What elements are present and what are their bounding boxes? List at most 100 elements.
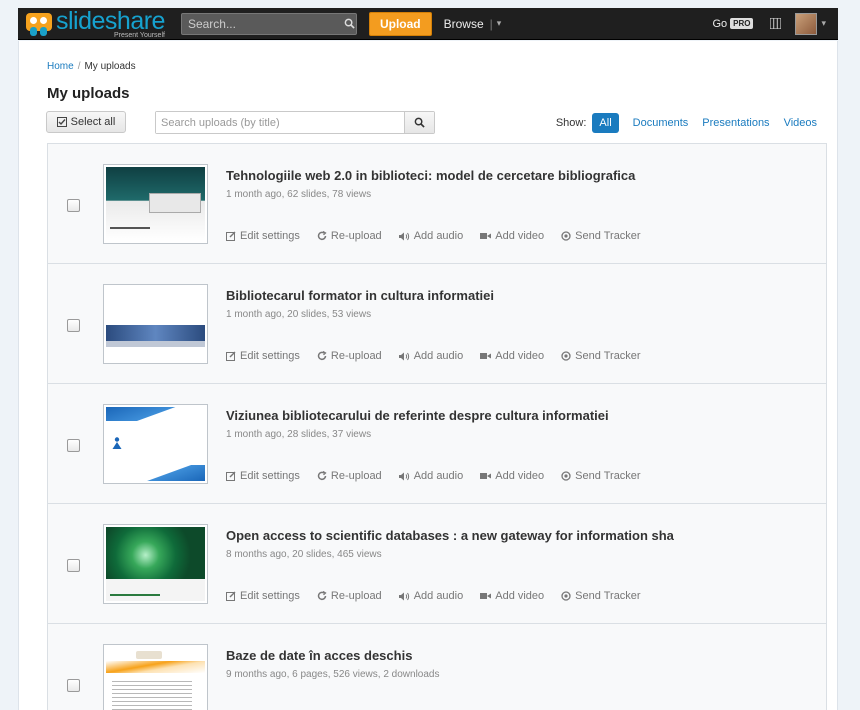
upload-row: Viziunea bibliotecarului de referinte de… <box>48 384 826 504</box>
reupload-label: Re-upload <box>330 350 382 362</box>
global-search-input[interactable] <box>181 13 343 34</box>
upload-meta: 1 month ago, 62 slides, 78 views <box>226 189 372 200</box>
upload-title[interactable]: Open access to scientific databases : a … <box>226 528 674 543</box>
add-audio-link[interactable]: Add audio <box>398 590 464 602</box>
chevron-down-icon[interactable]: ▾ <box>821 18 826 29</box>
edit-settings-link[interactable]: Edit settings <box>226 350 300 362</box>
browse-menu[interactable]: Browse | ▾ <box>444 17 502 31</box>
pencil-icon <box>226 591 236 601</box>
camera-icon <box>480 232 492 240</box>
magnifier-icon <box>414 117 425 128</box>
upload-row: Baze de date în acces deschis 9 months a… <box>48 624 826 710</box>
row-actions: Edit settings Re-upload Add audio Add vi… <box>226 590 658 602</box>
slide-thumbnail[interactable] <box>103 164 208 244</box>
send-tracker-label: Send Tracker <box>575 470 641 482</box>
logo-tagline: Present Yourself <box>113 31 165 39</box>
add-audio-link[interactable]: Add audio <box>398 470 464 482</box>
global-search <box>180 12 357 35</box>
user-avatar[interactable] <box>795 12 818 35</box>
add-audio-label: Add audio <box>413 230 464 242</box>
row-checkbox[interactable] <box>67 199 80 212</box>
main-content: Home/My uploads My uploads Select all Sh… <box>18 41 838 710</box>
breadcrumb-home-link[interactable]: Home <box>47 61 74 72</box>
uploads-search-input[interactable] <box>156 112 404 133</box>
magnifier-icon <box>344 18 355 29</box>
pencil-icon <box>226 471 236 481</box>
camera-icon <box>480 472 492 480</box>
filter-documents[interactable]: Documents <box>633 117 689 129</box>
uploads-search <box>155 111 435 134</box>
edit-settings-link[interactable]: Edit settings <box>226 230 300 242</box>
add-video-label: Add video <box>495 230 545 242</box>
reupload-label: Re-upload <box>330 590 382 602</box>
edit-settings-label: Edit settings <box>240 470 300 482</box>
add-audio-link[interactable]: Add audio <box>398 230 464 242</box>
add-video-link[interactable]: Add video <box>480 470 544 482</box>
add-video-link[interactable]: Add video <box>480 590 544 602</box>
slide-thumbnail[interactable] <box>103 524 208 604</box>
slideshare-logo[interactable]: slideshare Present Yourself <box>26 8 165 40</box>
add-audio-label: Add audio <box>413 590 464 602</box>
slide-thumbnail[interactable] <box>103 284 208 364</box>
uploads-search-button[interactable] <box>404 112 434 133</box>
page-title: My uploads <box>47 85 130 102</box>
slide-thumbnail[interactable] <box>103 404 208 484</box>
upload-title[interactable]: Bibliotecarul formator in cultura inform… <box>226 288 494 303</box>
refresh-icon <box>317 591 327 601</box>
filter-videos[interactable]: Videos <box>784 117 817 129</box>
send-tracker-label: Send Tracker <box>575 230 641 242</box>
breadcrumb-separator: / <box>77 61 81 72</box>
upload-button[interactable]: Upload <box>368 11 432 36</box>
reupload-link[interactable]: Re-upload <box>317 590 382 602</box>
breadcrumb: Home / My uploads <box>47 61 136 72</box>
row-checkbox[interactable] <box>67 679 80 692</box>
add-video-link[interactable]: Add video <box>480 350 544 362</box>
row-checkbox[interactable] <box>67 439 80 452</box>
row-checkbox[interactable] <box>67 319 80 332</box>
target-icon <box>561 231 571 241</box>
add-audio-link[interactable]: Add audio <box>398 350 463 362</box>
slide-thumbnail[interactable] <box>103 644 208 710</box>
reupload-link[interactable]: Re-upload <box>317 350 382 362</box>
send-tracker-link[interactable]: Send Tracker <box>561 350 641 362</box>
breadcrumb-current: My uploads <box>84 61 136 72</box>
reupload-label: Re-upload <box>330 470 382 482</box>
send-tracker-link[interactable]: Send Tracker <box>561 590 641 602</box>
upload-meta: 8 months ago, 20 slides, 465 views <box>226 549 382 560</box>
top-navbar: slideshare Present Yourself Upload Brows… <box>18 8 838 40</box>
upload-title[interactable]: Baze de date în acces deschis <box>226 648 439 663</box>
upload-title[interactable]: Viziunea bibliotecarului de referinte de… <box>226 408 609 423</box>
upload-row: Open access to scientific databases : a … <box>48 504 826 624</box>
add-video-label: Add video <box>495 350 545 362</box>
reupload-link[interactable]: Re-upload <box>317 470 382 482</box>
send-tracker-link[interactable]: Send Tracker <box>561 470 641 482</box>
add-audio-label: Add audio <box>413 470 464 482</box>
add-video-label: Add video <box>495 590 545 602</box>
upload-meta: 1 month ago, 20 slides, 53 views <box>226 309 372 320</box>
apps-grid-icon[interactable] <box>769 18 781 30</box>
row-actions: Edit settings Re-upload Add audio Add vi… <box>226 350 658 362</box>
select-all-button[interactable]: Select all <box>46 111 126 133</box>
filter-presentations[interactable]: Presentations <box>702 117 769 129</box>
upload-title[interactable]: Tehnologiile web 2.0 in biblioteci: mode… <box>226 168 635 183</box>
checkbox-checked-icon <box>56 117 67 127</box>
global-search-button[interactable] <box>343 14 356 34</box>
edit-settings-link[interactable]: Edit settings <box>226 470 300 482</box>
show-filter: Show: All Documents Presentations Videos <box>556 113 817 133</box>
row-checkbox[interactable] <box>67 559 80 572</box>
refresh-icon <box>317 231 327 241</box>
camera-icon <box>480 352 492 360</box>
add-video-link[interactable]: Add video <box>480 230 544 242</box>
edit-settings-link[interactable]: Edit settings <box>226 590 300 602</box>
add-video-label: Add video <box>495 470 545 482</box>
send-tracker-label: Send Tracker <box>575 350 641 362</box>
row-actions: Edit settings Re-upload Add audio Add vi… <box>226 470 658 482</box>
send-tracker-link[interactable]: Send Tracker <box>561 230 641 242</box>
go-pro-link[interactable]: Go PRO <box>712 18 754 30</box>
target-icon <box>561 471 571 481</box>
reupload-link[interactable]: Re-upload <box>317 230 382 242</box>
chevron-down-icon: ▾ <box>496 18 502 28</box>
refresh-icon <box>317 351 327 361</box>
filter-all[interactable]: All <box>592 113 619 133</box>
pencil-icon <box>226 231 236 241</box>
